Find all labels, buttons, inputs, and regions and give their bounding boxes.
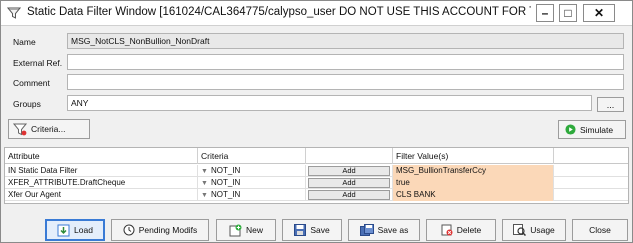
save-as-icon <box>359 224 374 236</box>
minimize-button[interactable]: – <box>536 4 554 22</box>
action-cell: Add <box>306 177 393 189</box>
add-value-button[interactable]: Add <box>308 190 390 200</box>
action-cell: Add <box>306 165 393 177</box>
table-header: Attribute Criteria Filter Value(s) <box>5 148 628 164</box>
name-label: Name <box>13 37 36 47</box>
column-header-filter-values[interactable]: Filter Value(s) <box>393 148 554 164</box>
column-header-criteria[interactable]: Criteria <box>198 148 306 164</box>
criteria-table: Attribute Criteria Filter Value(s) IN St… <box>4 147 629 204</box>
table-row[interactable]: XFER_ATTRIBUTE.DraftCheque ▼ NOT_IN Add t… <box>5 177 628 189</box>
funnel-icon <box>13 123 27 136</box>
close-button-label: Close <box>589 225 611 235</box>
criteria-cell[interactable]: ▼ NOT_IN <box>198 165 306 177</box>
groups-browse-button[interactable]: ... <box>597 97 624 112</box>
filter-funnel-icon <box>7 7 21 19</box>
save-button[interactable]: Save <box>282 219 342 241</box>
pending-modifs-label: Pending Modifs <box>138 225 198 235</box>
close-button[interactable]: Close <box>572 219 628 241</box>
filter-value-cell[interactable]: true <box>393 177 554 189</box>
criteria-cell[interactable]: ▼ NOT_IN <box>198 189 306 201</box>
title-bar[interactable]: Static Data Filter Window [161024/CAL364… <box>1 1 632 26</box>
new-button[interactable]: New <box>216 219 276 241</box>
filter-value-cell[interactable]: CLS BANK <box>393 189 554 201</box>
dropdown-arrow-icon[interactable]: ▼ <box>201 180 208 187</box>
criteria-cell[interactable]: ▼ NOT_IN <box>198 177 306 189</box>
save-as-button[interactable]: Save as <box>348 219 420 241</box>
criteria-value: NOT_IN <box>210 178 241 187</box>
static-data-filter-window: Static Data Filter Window [161024/CAL364… <box>0 0 633 243</box>
delete-button[interactable]: Delete <box>426 219 496 241</box>
dropdown-arrow-icon[interactable]: ▼ <box>201 168 208 175</box>
load-icon <box>57 224 70 236</box>
groups-field[interactable]: ANY <box>67 95 592 111</box>
external-ref-field[interactable] <box>67 54 624 70</box>
external-ref-label: External Ref. <box>13 58 63 68</box>
simulate-button[interactable]: Simulate <box>558 120 626 139</box>
groups-label: Groups <box>13 99 41 109</box>
criteria-button[interactable]: Criteria... <box>8 119 90 139</box>
table-row[interactable]: Xfer Our Agent ▼ NOT_IN Add CLS BANK <box>5 189 628 201</box>
table-row[interactable]: IN Static Data Filter ▼ NOT_IN Add MSG_Bu… <box>5 165 628 177</box>
add-value-button[interactable]: Add <box>308 166 390 176</box>
filter-properties-panel: Name MSG_NotCLS_NonBullion_NonDraft Exte… <box>7 31 628 113</box>
dropdown-arrow-icon[interactable]: ▼ <box>201 192 208 199</box>
window-title: Static Data Filter Window [161024/CAL364… <box>27 6 531 18</box>
filter-value-cell[interactable]: MSG_BullionTransferCcy <box>393 165 554 177</box>
new-button-label: New <box>245 225 263 235</box>
load-button-label: Load <box>74 225 93 235</box>
column-header-action[interactable] <box>306 148 393 164</box>
usage-icon <box>513 224 527 236</box>
comment-label: Comment <box>13 78 50 88</box>
delete-icon <box>441 224 453 236</box>
save-as-button-label: Save as <box>377 225 409 235</box>
attribute-cell[interactable]: Xfer Our Agent <box>5 189 198 201</box>
criteria-value: NOT_IN <box>210 166 241 175</box>
play-icon <box>565 124 576 135</box>
attribute-cell[interactable]: XFER_ATTRIBUTE.DraftCheque <box>5 177 198 189</box>
usage-button-label: Usage <box>530 225 555 235</box>
close-window-button[interactable]: ✕ <box>583 4 615 22</box>
column-header-extra <box>554 148 628 164</box>
criteria-value: NOT_IN <box>210 190 241 199</box>
new-icon <box>229 224 242 236</box>
column-header-attribute[interactable]: Attribute <box>5 148 198 164</box>
simulate-button-label: Simulate <box>580 124 614 135</box>
load-button[interactable]: Load <box>45 219 105 241</box>
save-icon <box>294 224 307 236</box>
attribute-cell[interactable]: IN Static Data Filter <box>5 165 198 177</box>
usage-button[interactable]: Usage <box>502 219 566 241</box>
clock-icon <box>123 224 135 236</box>
maximize-button[interactable]: □ <box>559 4 577 22</box>
criteria-button-label: Criteria... <box>31 124 66 134</box>
add-value-button[interactable]: Add <box>308 178 390 188</box>
comment-field[interactable] <box>67 74 624 90</box>
delete-button-label: Delete <box>456 225 482 235</box>
pending-modifs-button[interactable]: Pending Modifs <box>111 219 209 241</box>
name-field: MSG_NotCLS_NonBullion_NonDraft <box>67 33 624 49</box>
action-cell: Add <box>306 189 393 201</box>
save-button-label: Save <box>310 225 330 235</box>
